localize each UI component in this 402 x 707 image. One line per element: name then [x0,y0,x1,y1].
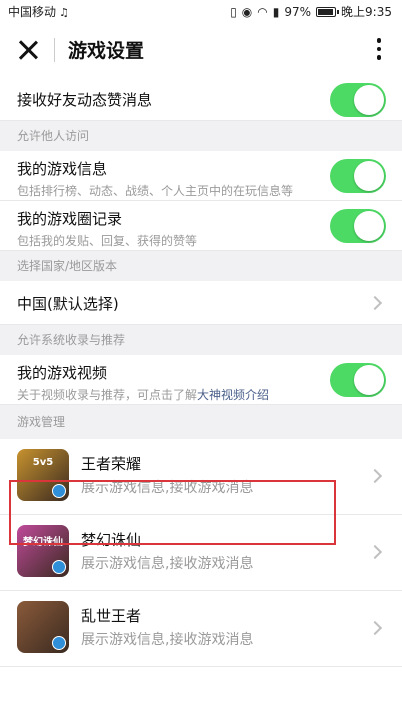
battery-percent: 97% [284,4,312,19]
chevron-right-icon [367,544,383,560]
friend-likes-row: 接收好友动态赞消息 [0,78,402,121]
game-circle-label: 我的游戏圈记录 [17,210,123,228]
game-info-row: 我的游戏信息 包括排行榜、动态、战绩、个人主页中的在玩信息等 [0,151,402,201]
tencent-badge-icon [52,484,66,498]
game-video-desc: 关于视频收录与推荐，可点击了解大神视频介绍 [17,388,270,402]
wifi-icon: ◠ [257,4,268,19]
game-icon-wangzhe: 5v5 [17,449,69,501]
game-row[interactable]: 乱世王者展示游戏信息,接收游戏消息 [0,591,402,667]
game-icon-menghuan: 梦幻诛仙 [17,525,69,577]
battery-level [318,8,333,15]
game-desc: 展示游戏信息,接收游戏消息 [81,480,254,496]
section-header-region: 选择国家/地区版本 [0,251,402,281]
game-circle-toggle[interactable] [330,209,386,243]
tencent-badge-icon [52,636,66,650]
game-info-label: 我的游戏信息 [17,160,108,178]
nav-bar: 游戏设置 [0,22,402,78]
region-row[interactable]: 中国(默认选择) [0,281,402,325]
chevron-right-icon [367,620,383,636]
nav-divider [54,38,55,62]
game-circle-row: 我的游戏圈记录 包括我的发贴、回复、获得的赞等 [0,201,402,251]
game-info-toggle[interactable] [330,159,386,193]
signal-icon: ▮ [272,4,280,19]
game-icon-text: 5v5 [32,457,54,468]
section-header-visits: 允许他人访问 [0,121,402,151]
game-row[interactable]: 梦幻诛仙 梦幻诛仙展示游戏信息,接收游戏消息 [0,515,402,591]
chevron-right-icon [367,295,383,311]
settings-list: 接收好友动态赞消息 允许他人访问 我的游戏信息 包括排行榜、动态、战绩、个人主页… [0,78,402,667]
section-header-manage: 游戏管理 [0,405,402,439]
friend-likes-label: 接收好友动态赞消息 [17,91,153,109]
region-label: 中国(默认选择) [17,295,119,313]
status-icons: ▯ ◉ ◠ ▮ 97% 晚上9:35 [230,3,392,20]
toggle-knob [354,161,384,191]
vibrate-icon: ▯ [230,4,237,19]
video-intro-link[interactable]: 大神视频介绍 [197,388,269,402]
game-video-toggle[interactable] [330,363,386,397]
page-title: 游戏设置 [68,40,145,62]
toggle-knob [354,211,384,241]
game-icon-text: 梦幻诛仙 [23,537,63,548]
toggle-knob [354,365,384,395]
game-desc: 展示游戏信息,接收游戏消息 [81,556,254,572]
game-name: 梦幻诛仙 [81,531,142,549]
carrier-label: 中国移动 ♫ [8,5,69,19]
section-header-recommend: 允许系统收录与推荐 [0,325,402,355]
close-icon[interactable] [14,36,42,64]
game-video-label: 我的游戏视频 [17,364,108,382]
friend-likes-toggle[interactable] [330,83,386,117]
toggle-knob [354,85,384,115]
game-video-row: 我的游戏视频 关于视频收录与推荐，可点击了解大神视频介绍 [0,355,402,405]
game-row[interactable]: 5v5 王者荣耀展示游戏信息,接收游戏消息 [0,439,402,515]
eye-icon: ◉ [241,4,253,19]
game-list: 5v5 王者荣耀 展示游戏信息,接收游戏消息 梦幻诛仙 梦幻诛仙 展示游戏信息,接收游戏消… [0,439,402,667]
game-info-desc: 包括排行榜、动态、战绩、个人主页中的在玩信息等 [17,184,294,198]
game-circle-desc: 包括我的发贴、回复、获得的赞等 [17,234,198,248]
game-name: 王者荣耀 [81,455,142,473]
game-name: 乱世王者 [81,607,142,625]
chevron-right-icon [367,468,383,484]
more-options-icon[interactable] [376,38,382,62]
tencent-badge-icon [52,560,66,574]
notification-bell-icon: ♫ [59,6,69,19]
game-icon-luanshi [17,601,69,653]
clock: 晚上9:35 [341,5,392,19]
game-desc: 展示游戏信息,接收游戏消息 [81,632,254,648]
status-bar: 中国移动 ♫ ▯ ◉ ◠ ▮ 97% 晚上9:35 [0,0,402,22]
battery-icon [316,6,340,17]
